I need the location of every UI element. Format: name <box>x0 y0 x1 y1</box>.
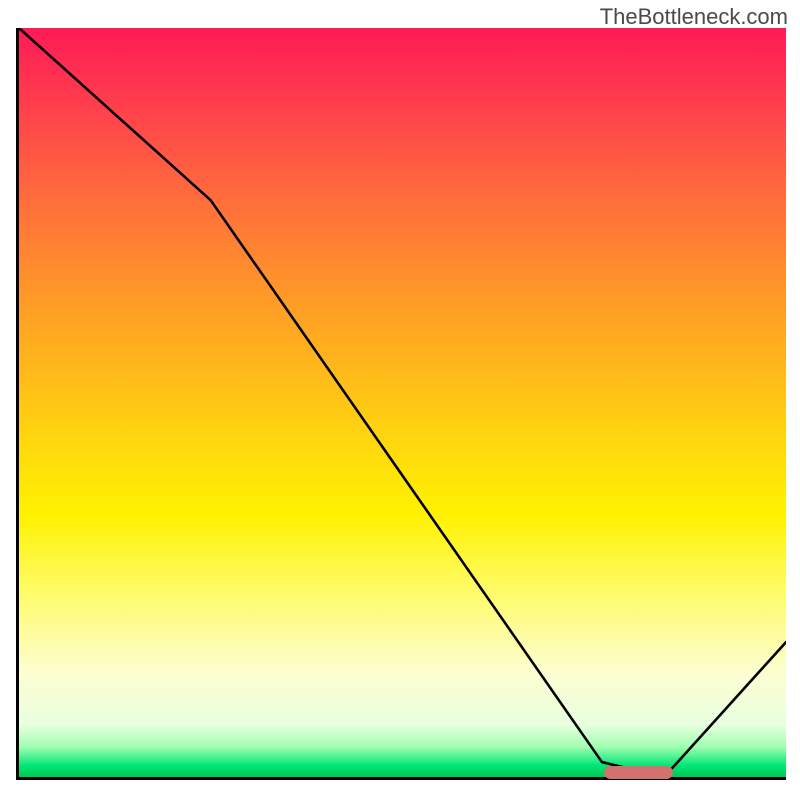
optimal-range-marker <box>604 766 673 779</box>
chart-curve-svg <box>19 28 786 777</box>
bottleneck-curve-path <box>19 28 786 770</box>
watermark-text: TheBottleneck.com <box>600 4 788 30</box>
chart-plot-area <box>16 28 786 780</box>
